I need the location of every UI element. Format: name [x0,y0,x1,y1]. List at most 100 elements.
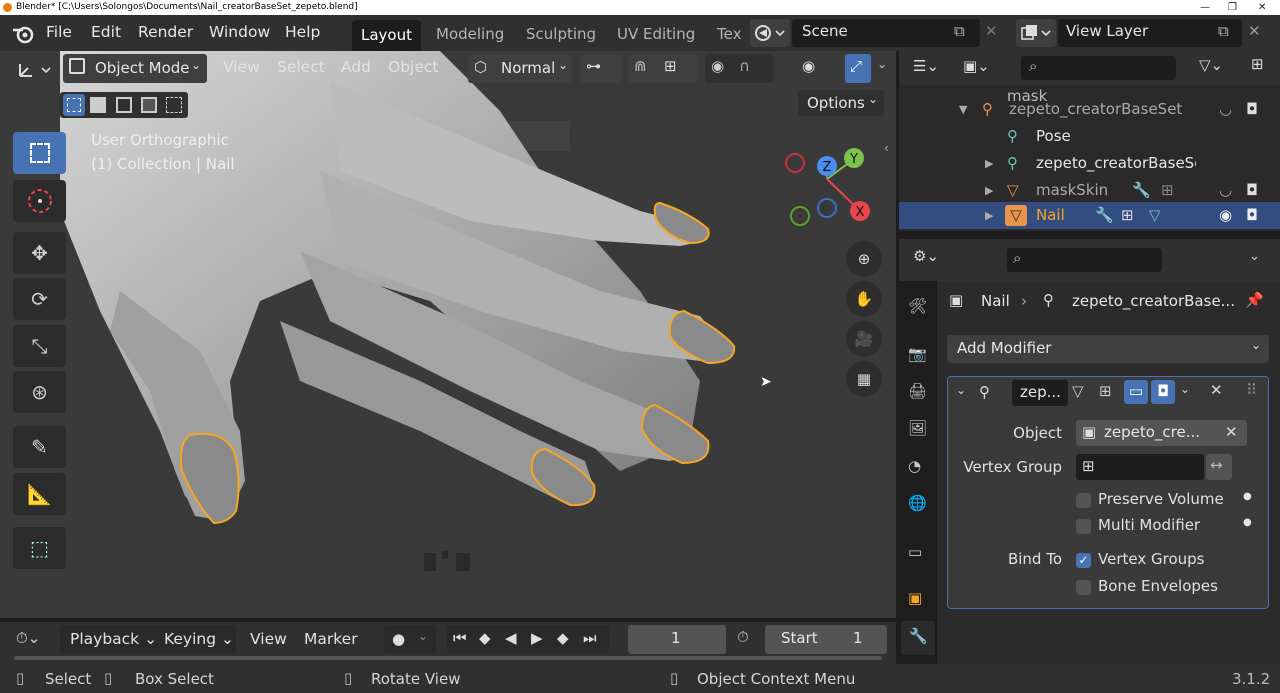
select-box-tool[interactable] [13,132,66,174]
prev-keyframe-icon[interactable]: ◆ [479,629,491,647]
object-tab-icon[interactable]: ▣ [908,589,922,607]
snap-magnet-icon[interactable]: ⋒ [634,57,647,75]
auto-keying-toggle[interactable]: ● ⌄ [384,625,436,654]
remove-modifier-icon[interactable]: ✕ [1210,381,1223,399]
current-frame-field[interactable]: 1 [628,625,726,654]
select-subtract-button[interactable] [116,97,132,113]
snapping-controls[interactable]: ⋒ ⊞ [628,54,698,83]
gizmo-chevron-icon[interactable]: ⌄ [877,57,887,71]
edit-mode-toggle-icon[interactable]: ▽ [1072,382,1084,400]
invert-vertex-group-button[interactable]: ↔ [1206,454,1232,480]
jump-start-icon[interactable]: ⏮ [453,629,467,647]
select-intersect-button[interactable] [166,97,182,113]
expand-arrow-icon[interactable]: ▼ [959,96,967,123]
navigation-gizmo[interactable]: Z Y X [780,141,880,233]
view-layer-selector[interactable] [1016,19,1056,47]
vertex-groups-checkbox[interactable]: ✓ [1076,553,1091,568]
proportional-editing[interactable]: ◉ ∩ [705,54,773,83]
next-keyframe-icon[interactable]: ◆ [557,629,569,647]
expand-arrow-icon[interactable]: ▶ [985,202,993,229]
eye-icon[interactable]: ◉ [1219,202,1232,229]
scene-tab-icon[interactable]: ◔ [908,457,921,475]
editor-type-selector[interactable] [14,56,54,84]
play-icon[interactable]: ▶ [531,629,543,647]
outliner-row-nail[interactable]: ▶ ▽ Nail 🔧 ⊞ ▽ ◉ ◘ [899,202,1280,229]
add-modifier-button[interactable]: Add Modifier ⌄ [947,335,1269,363]
render-camera-icon[interactable]: ◘ [1246,177,1258,204]
menu-help[interactable]: Help [285,15,320,51]
tab-uv-editing[interactable]: UV Editing [608,18,704,50]
jump-end-icon[interactable]: ⏭ [583,629,597,647]
tab-texture-paint[interactable]: Tex [708,18,742,50]
properties-editor-icon[interactable]: ⚙⌄ [913,247,939,265]
mode-selector[interactable]: Object Mode ⌄ [63,54,207,83]
camera-view-button[interactable]: 🎥 [846,321,882,357]
3d-viewport[interactable]: Object Mode ⌄ View Select Add Object ⬡ N… [0,51,896,618]
tab-sculpting[interactable]: Sculpting [517,18,605,50]
tab-layout[interactable]: Layout [352,20,421,51]
render-toggle[interactable]: ◘ [1151,380,1175,404]
scale-tool[interactable]: ⤡ [13,325,66,367]
perspective-toggle-button[interactable]: ▦ [846,361,882,397]
menu-file[interactable]: File [46,15,72,51]
world-tab-icon[interactable]: 🌐 [908,494,927,512]
scene-copy-icon[interactable]: ⧉ [954,22,965,40]
keyframe-dot-icon[interactable]: ● [1243,517,1252,528]
viewport-menu-object[interactable]: Object [388,53,438,81]
hide-icon[interactable]: ◡ [1219,177,1232,204]
outliner-search-input[interactable]: ⌕ [1021,56,1176,80]
maximize-button[interactable]: ❐ [1228,0,1237,15]
render-camera-icon[interactable]: ◘ [1246,96,1258,123]
menu-window[interactable]: Window [209,15,270,51]
filter-icon[interactable]: ▽⌄ [1199,56,1223,74]
snap-increment-icon[interactable]: ⊞ [664,57,677,75]
menu-render[interactable]: Render [138,15,193,51]
tool-tab-icon[interactable]: 🛠 [908,297,927,315]
render-tab-icon[interactable]: 📷 [908,345,927,363]
modifier-menu-chevron-icon[interactable]: ⌄ [1180,382,1190,396]
viewport-display-toggle[interactable]: ▭ [1124,380,1148,404]
measure-tool[interactable]: 📐 [13,473,66,515]
hide-icon[interactable]: ◡ [1219,96,1232,123]
select-extend-button[interactable] [90,97,106,113]
close-window-button[interactable]: ✕ [1258,0,1266,15]
modifier-name-field[interactable]: zep... [1012,380,1068,406]
transform-tool[interactable]: ⊛ [13,371,66,413]
timeline-scrollbar[interactable] [14,656,882,660]
collection-tab-icon[interactable]: ▭ [908,543,922,561]
output-tab-icon[interactable]: 🖨 [908,382,927,400]
pivot-point-selector[interactable]: ⊶ [580,54,622,83]
gizmo-toggle[interactable]: ⤢ [845,54,871,83]
view-layer-remove-icon[interactable]: ✕ [1248,22,1261,40]
object-field[interactable]: ▣ zepeto_cre... ✕ [1076,420,1247,446]
falloff-icon[interactable]: ∩ [739,57,750,75]
minimize-button[interactable]: — [1200,0,1210,15]
move-tool[interactable]: ✥ [13,232,66,274]
preserve-volume-checkbox[interactable] [1076,493,1091,508]
viewport-menu-select[interactable]: Select [277,53,325,81]
proportional-icon[interactable]: ◉ [711,57,724,75]
on-cage-toggle-icon[interactable]: ⊞ [1099,382,1112,400]
view-layer-name-field[interactable]: View Layer ⧉ [1058,19,1242,47]
start-frame-field[interactable]: Start 1 [765,625,887,654]
annotate-tool[interactable]: ✎ [13,426,66,468]
rotate-tool[interactable]: ⟳ [13,278,66,320]
multi-modifier-checkbox[interactable] [1076,519,1091,534]
render-camera-icon[interactable]: ◘ [1246,202,1258,229]
display-mode-icon[interactable]: ▣⌄ [963,57,990,75]
menu-keying[interactable]: Keying ⌄ [164,625,234,653]
collapse-chevron-icon[interactable]: ⌄ [956,383,966,397]
chevron-down-icon[interactable]: ⌄ [1249,249,1260,264]
scene-name-field[interactable]: Scene ⧉ [792,19,980,47]
modifier-tab[interactable]: 🔧 [901,621,935,655]
clear-object-icon[interactable]: ✕ [1225,423,1238,441]
viewport-menu-view[interactable]: View [223,53,260,81]
menu-playback[interactable]: Playback ⌄ [70,625,157,653]
tab-modeling[interactable]: Modeling [427,18,513,50]
viewport-menu-add[interactable]: Add [341,53,371,81]
scene-remove-icon[interactable]: ✕ [985,22,998,40]
outliner-row-maskskin[interactable]: ▶ ▽ maskSkin 🔧 ⊞ ◡ ◘ [899,177,1280,204]
scene-selector[interactable] [750,19,790,47]
play-reverse-icon[interactable]: ◀ [505,629,517,647]
view-layer-tab-icon[interactable]: 🖼 [908,419,927,437]
